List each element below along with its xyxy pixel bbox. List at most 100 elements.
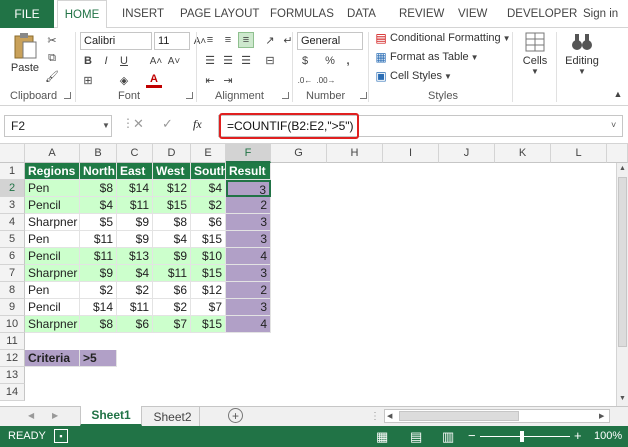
table-cell[interactable]: $4 bbox=[191, 180, 226, 197]
font-size-dropdown[interactable]: 11 bbox=[154, 32, 190, 50]
table-cell[interactable]: 4 bbox=[226, 248, 271, 265]
table-header-cell[interactable]: Regions bbox=[25, 163, 80, 180]
enter-icon[interactable]: ✓ bbox=[162, 116, 173, 132]
table-cell[interactable]: 3 bbox=[226, 231, 271, 248]
editing-button[interactable]: Editing ▼ bbox=[558, 31, 606, 76]
percent-icon[interactable]: % bbox=[322, 53, 338, 69]
row-header[interactable]: 7 bbox=[0, 265, 25, 282]
table-cell[interactable]: $11 bbox=[80, 248, 117, 265]
align-middle-icon[interactable]: ≡ bbox=[220, 32, 236, 48]
criteria-value-cell[interactable]: >5 bbox=[80, 350, 117, 367]
table-cell[interactable]: $14 bbox=[117, 180, 153, 197]
borders-icon[interactable]: ⊞ bbox=[80, 72, 96, 88]
zoom-out-icon[interactable]: − bbox=[468, 428, 476, 443]
table-cell[interactable]: $14 bbox=[80, 299, 117, 316]
row-header[interactable]: 2 bbox=[0, 180, 25, 197]
paste-button[interactable]: Paste bbox=[8, 32, 42, 82]
table-cell[interactable]: $5 bbox=[80, 214, 117, 231]
table-header-cell[interactable]: West bbox=[153, 163, 191, 180]
tab-page-layout[interactable]: PAGE LAYOUT bbox=[180, 0, 259, 28]
number-launcher-icon[interactable] bbox=[360, 92, 367, 99]
table-cell[interactable]: $15 bbox=[191, 316, 226, 333]
table-cell[interactable]: $11 bbox=[153, 265, 191, 282]
tab-formulas[interactable]: FORMULAS bbox=[270, 0, 334, 28]
scroll-up-icon[interactable]: ▲ bbox=[619, 165, 626, 172]
clipboard-launcher-icon[interactable] bbox=[64, 92, 71, 99]
increase-indent-icon[interactable]: ⇥ bbox=[220, 72, 236, 88]
table-cell[interactable]: $6 bbox=[153, 282, 191, 299]
tab-file[interactable]: FILE bbox=[0, 0, 54, 28]
tab-home[interactable]: HOME bbox=[57, 0, 107, 29]
name-box-dropdown-icon[interactable]: ▼ bbox=[102, 121, 110, 130]
cut-icon[interactable]: ✂ bbox=[44, 32, 60, 48]
table-cell[interactable]: $2 bbox=[153, 299, 191, 316]
scroll-down-icon[interactable]: ▼ bbox=[619, 395, 626, 402]
font-color-icon[interactable]: A bbox=[146, 72, 162, 88]
decrease-font-size-icon[interactable]: A˅ bbox=[166, 53, 182, 69]
column-header[interactable]: J bbox=[439, 144, 495, 163]
table-cell[interactable]: $8 bbox=[80, 316, 117, 333]
tab-data[interactable]: DATA bbox=[347, 0, 376, 28]
table-cell[interactable]: $6 bbox=[191, 214, 226, 231]
page-break-view-icon[interactable]: ▥ bbox=[442, 429, 454, 445]
table-cell[interactable]: Sharpner bbox=[25, 214, 80, 231]
row-header[interactable]: 10 bbox=[0, 316, 25, 333]
align-top-icon[interactable]: ≡ bbox=[202, 32, 218, 48]
italic-icon[interactable]: I bbox=[98, 53, 114, 69]
row-header[interactable]: 8 bbox=[0, 282, 25, 299]
vertical-scroll-thumb[interactable] bbox=[618, 177, 627, 347]
table-cell[interactable]: $9 bbox=[117, 214, 153, 231]
table-header-cell[interactable]: South bbox=[191, 163, 226, 180]
table-cell[interactable]: 2 bbox=[226, 282, 271, 299]
tab-view[interactable]: VIEW bbox=[458, 0, 487, 28]
table-cell[interactable]: $9 bbox=[80, 265, 117, 282]
table-cell[interactable]: $15 bbox=[191, 265, 226, 282]
tab-split-icon[interactable]: ⋮ bbox=[370, 411, 380, 422]
table-cell[interactable]: $15 bbox=[191, 231, 226, 248]
table-cell[interactable]: $2 bbox=[117, 282, 153, 299]
table-cell[interactable]: 4 bbox=[226, 316, 271, 333]
table-cell[interactable]: $8 bbox=[153, 214, 191, 231]
font-name-dropdown[interactable]: Calibri bbox=[80, 32, 152, 50]
column-header[interactable]: I bbox=[383, 144, 439, 163]
column-header[interactable]: L bbox=[551, 144, 607, 163]
align-left-icon[interactable]: ☰ bbox=[202, 52, 218, 68]
column-header[interactable]: E bbox=[191, 144, 226, 163]
comma-icon[interactable]: , bbox=[340, 53, 356, 69]
row-header[interactable]: 3 bbox=[0, 197, 25, 214]
column-header[interactable]: H bbox=[327, 144, 383, 163]
table-cell[interactable]: $11 bbox=[80, 231, 117, 248]
cell-styles-button[interactable]: ▣ Cell Styles ▼ bbox=[374, 69, 452, 83]
cells-button[interactable]: Cells ▼ bbox=[518, 31, 552, 76]
row-header[interactable]: 6 bbox=[0, 248, 25, 265]
macro-record-icon[interactable]: ▪ bbox=[54, 429, 68, 443]
vertical-scrollbar[interactable]: ▲ ▼ bbox=[616, 163, 628, 406]
add-sheet-icon[interactable]: + bbox=[228, 408, 243, 423]
table-cell[interactable]: $4 bbox=[117, 265, 153, 282]
tab-review[interactable]: REVIEW bbox=[399, 0, 444, 28]
table-cell[interactable]: $11 bbox=[117, 299, 153, 316]
table-cell[interactable]: $7 bbox=[153, 316, 191, 333]
column-header[interactable]: G bbox=[271, 144, 327, 163]
number-format-dropdown[interactable]: General bbox=[297, 32, 363, 50]
zoom-level[interactable]: 100% bbox=[594, 430, 622, 442]
table-cell[interactable]: Pencil bbox=[25, 299, 80, 316]
row-header[interactable]: 4 bbox=[0, 214, 25, 231]
cancel-icon[interactable]: ✕ bbox=[133, 116, 144, 132]
sheet-tab-sheet2[interactable]: Sheet2 bbox=[146, 407, 200, 426]
sheet-tab-sheet1[interactable]: Sheet1 bbox=[80, 406, 142, 426]
table-cell[interactable]: $12 bbox=[191, 282, 226, 299]
column-header[interactable]: K bbox=[495, 144, 551, 163]
page-layout-view-icon[interactable]: ▤ bbox=[410, 429, 422, 445]
table-cell[interactable]: Pen bbox=[25, 231, 80, 248]
name-box[interactable]: F2 bbox=[4, 115, 112, 137]
font-launcher-icon[interactable] bbox=[186, 92, 193, 99]
zoom-slider-thumb[interactable] bbox=[520, 431, 524, 442]
formula-highlight[interactable]: =COUNTIF(B2:E2,">5") bbox=[219, 113, 359, 139]
conditional-formatting-button[interactable]: ▤ Conditional Formatting ▼ bbox=[374, 31, 510, 45]
row-header[interactable]: 14 bbox=[0, 384, 25, 401]
alignment-launcher-icon[interactable] bbox=[282, 92, 289, 99]
table-cell[interactable]: $15 bbox=[153, 197, 191, 214]
align-bottom-icon[interactable]: ≡ bbox=[238, 32, 254, 48]
insert-function-button[interactable]: fx bbox=[193, 117, 202, 132]
